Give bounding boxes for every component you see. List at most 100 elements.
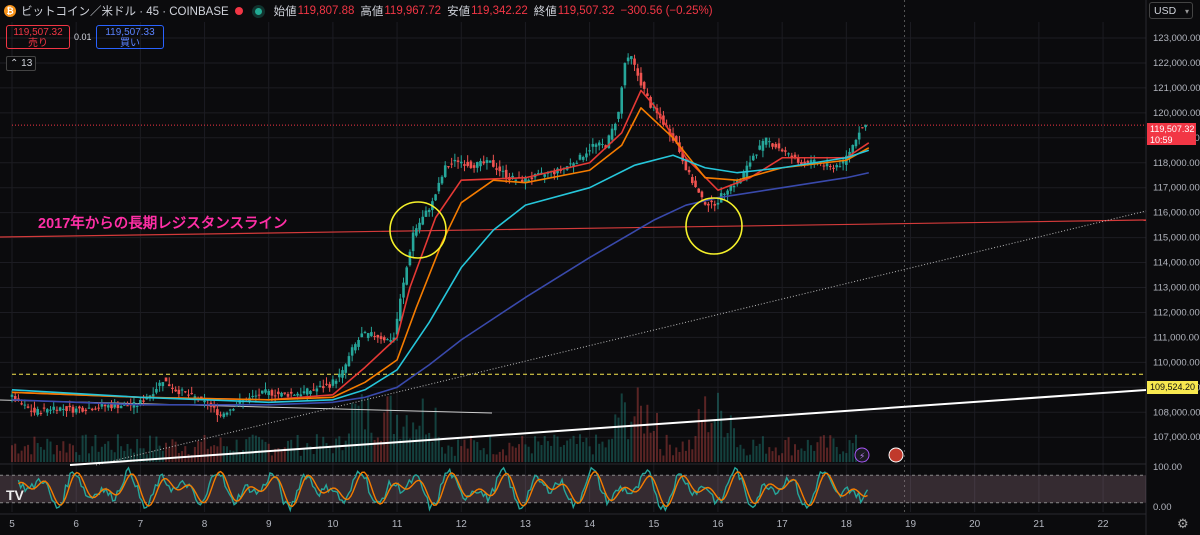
volume-bar (43, 449, 46, 462)
candle-body (167, 384, 171, 387)
volume-bar (347, 433, 350, 462)
y-tick-label: 116,000.00 (1153, 208, 1200, 219)
live-status-icon (254, 7, 262, 15)
volume-bar (691, 449, 694, 462)
candle-body (787, 153, 790, 155)
candle-body (780, 149, 784, 152)
candle-body (87, 407, 91, 409)
volume-bar (816, 442, 819, 462)
candle-body (251, 395, 254, 397)
volume-bar (633, 416, 636, 462)
volume-bar (338, 436, 341, 462)
volume-bar (720, 410, 723, 462)
candle-body (379, 336, 383, 340)
volume-bar (367, 396, 370, 462)
volume-bar (553, 434, 556, 462)
candle-body (334, 380, 338, 384)
volume-bar (819, 436, 822, 462)
candle-body (453, 159, 457, 162)
volume-bar (27, 444, 30, 462)
volume-bar (46, 438, 49, 462)
volume-bar (835, 446, 838, 462)
x-tick-label: 6 (73, 519, 79, 530)
volume-bar (620, 393, 623, 462)
y-tick-label: 112,000.00 (1153, 307, 1200, 318)
currency-selector[interactable]: USD ▾ (1149, 2, 1193, 19)
volume-bar (537, 441, 540, 462)
volume-bar (306, 443, 309, 462)
volume-bar (530, 453, 533, 462)
indicators-toggle-button[interactable]: ⌃ 13 (6, 56, 37, 71)
candle-body (514, 179, 518, 181)
volume-bar (742, 448, 745, 462)
volume-bar (806, 439, 809, 462)
volume-bar (386, 396, 389, 462)
volume-bar (59, 450, 62, 462)
us-flag-icon (888, 447, 904, 463)
sell-button[interactable]: 119,507.32 売り (6, 25, 70, 49)
price-chart[interactable]: ⚡ 123,000.00 122,000.00 121,000.00 120,000.0… (0, 0, 1200, 535)
candle-body (832, 167, 835, 169)
volume-bar (466, 448, 469, 462)
volume-bar (768, 447, 771, 462)
candle-body (350, 347, 354, 356)
currency-label: USD (1154, 5, 1177, 17)
gear-icon[interactable]: ⚙ (1177, 516, 1189, 532)
volume-bar (771, 451, 774, 462)
resistance-annotation[interactable]: 2017年からの長期レジスタンスライン (38, 212, 287, 233)
volume-bar (511, 446, 514, 462)
volume-bar (700, 420, 703, 462)
volume-bar (402, 426, 405, 462)
candle-body (835, 165, 839, 168)
x-tick-label: 14 (584, 519, 596, 530)
buy-button[interactable]: 119,507.33 買い (96, 25, 164, 49)
x-tick-label: 16 (712, 519, 724, 530)
candle-body (415, 228, 418, 236)
y-tick-label: 121,000.00 (1153, 83, 1200, 94)
x-tick-label: 22 (1097, 519, 1109, 530)
volume-bar (94, 434, 97, 462)
volume-bar (126, 443, 129, 462)
volume-bar (415, 429, 418, 462)
volume-bar (30, 454, 33, 462)
volume-bar (447, 445, 450, 462)
candle-body (755, 154, 758, 156)
candle-body (232, 409, 235, 411)
volume-bar (354, 403, 357, 462)
symbol-title[interactable]: ビットコイン／米ドル · 45 · COINBASE (21, 3, 229, 19)
volume-bar (694, 436, 697, 462)
candle-body (825, 163, 829, 167)
candle-body (424, 210, 428, 217)
candle-body (636, 68, 640, 76)
volume-bar (62, 441, 65, 462)
volume-bar (639, 405, 642, 462)
volume-bar (646, 404, 649, 462)
candle-body (158, 382, 161, 386)
change-value: −300.56 (−0.25%) (620, 5, 713, 17)
candle-body (764, 137, 768, 145)
volume-bar (71, 445, 74, 462)
volume-bar (851, 443, 854, 462)
volume-bar (238, 453, 241, 462)
candle-body (347, 356, 351, 367)
volume-bar (508, 442, 511, 462)
candle-body (106, 405, 110, 408)
candle-body (456, 160, 460, 162)
bar-countdown: 10:59 (1150, 135, 1173, 145)
volume-bar (710, 423, 713, 462)
candle-body (183, 391, 187, 393)
x-tick-label: 19 (905, 519, 917, 530)
candle-body (857, 132, 861, 140)
volume-bar (729, 415, 732, 462)
candle-body (100, 403, 104, 407)
volume-bar (457, 439, 460, 462)
candle-body (344, 364, 348, 373)
candle-body (135, 406, 139, 408)
candle-body (357, 339, 360, 347)
volume-bar (187, 454, 190, 462)
candle-body (328, 384, 331, 388)
candle-body (581, 157, 585, 160)
volume-bar (585, 437, 588, 462)
volume-bar (591, 454, 594, 462)
indicator-count: 13 (21, 58, 33, 69)
